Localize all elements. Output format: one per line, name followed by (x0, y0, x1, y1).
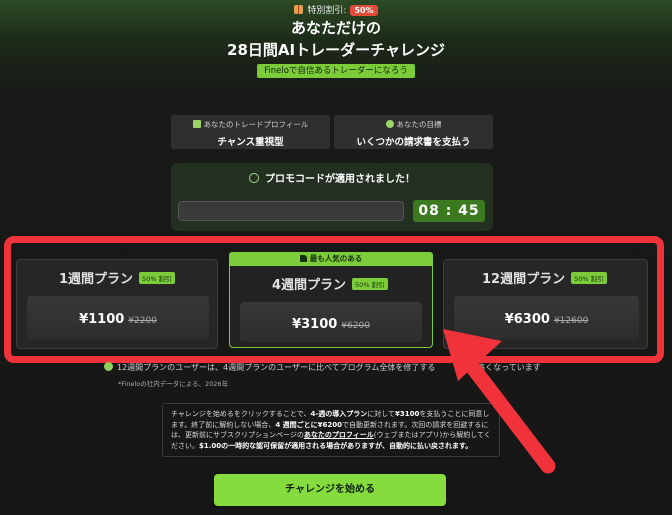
trade-profile-value: チャンス重視型 (217, 137, 284, 148)
highlight-frame (4, 236, 664, 363)
check-icon (104, 362, 113, 371)
terms-part: 4-週の導入プラン (310, 410, 368, 418)
discount-label: 特別割引: (307, 6, 347, 16)
goal-card: あなたの目標 いくつかの請求書を支払う (334, 115, 493, 149)
terms-text: チャレンジを始めるをクリックすることで、4-週の導入プランに対して¥3100を支… (162, 403, 500, 457)
promo-code-field[interactable] (178, 201, 404, 221)
terms-part: 4 週間ごとに¥6200 (275, 420, 342, 429)
promo-tag-icon (249, 173, 259, 183)
terms-part: チャレンジを始めるをクリックすることで、 (171, 410, 311, 418)
gift-icon (294, 5, 304, 14)
data-source-note: *Fineloの社内データによる、2026年 (118, 380, 229, 388)
page-title-line2: 28日間AIトレーダーチャレンジ (227, 41, 445, 59)
tagline-pill: Fineloで自信あるトレーダーになろう (257, 64, 415, 78)
profile-link[interactable]: あなたのプロフィール (304, 431, 374, 439)
trade-profile-label: あなたのトレードプロフィール (203, 120, 309, 129)
discount-percent-badge: 50% (350, 5, 378, 16)
start-challenge-button[interactable]: チャレンジを始める (214, 474, 446, 506)
discount-banner: 特別割引: 50% (0, 3, 672, 16)
completion-note-text: 12週間プランのユーザーは、4週間プランのユーザーに比べてプログラム全体を修了す… (117, 363, 436, 372)
promo-message: プロモコードが適用されました！ (171, 170, 493, 185)
terms-part: $1.00の一時的な認可保留が適用される場合がありますが、自動的に払い戻されます… (199, 441, 473, 450)
profile-icon (192, 120, 201, 128)
goal-label: あなたの目標 (396, 120, 442, 129)
promo-message-text: プロモコードが適用されました！ (265, 174, 415, 185)
trade-profile-card: あなたのトレードプロフィール チャンス重視型 (171, 115, 330, 149)
terms-part: ¥3100 (395, 410, 420, 418)
completion-note: 12週間プランのユーザーは、4週間プランのユーザーに比べてプログラム全体を修了す… (104, 362, 541, 373)
target-icon (385, 120, 394, 128)
goal-value: いくつかの請求書を支払う (356, 137, 471, 148)
completion-note-end: 23%高くなっています (459, 363, 541, 372)
countdown-timer: 08 : 45 (413, 200, 485, 222)
page-title-line1: あなただけの (290, 19, 381, 37)
terms-part: に対して (367, 410, 396, 418)
